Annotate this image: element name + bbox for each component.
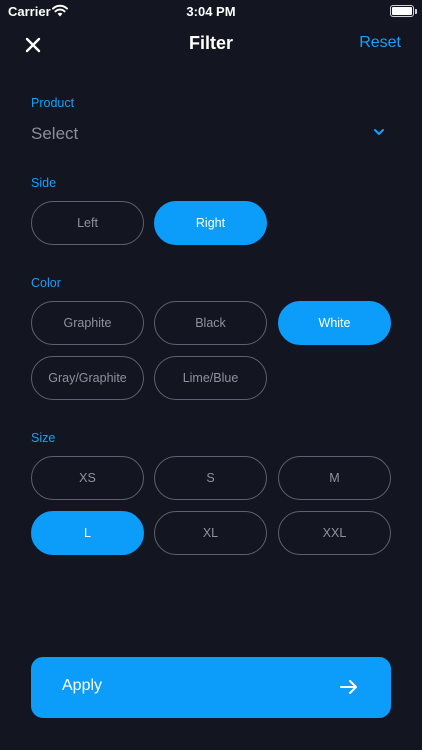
filter-screen: Carrier 3:04 PM Filter Reset Product Sel… [0,0,422,750]
color-option-gray-graphite[interactable]: Gray/Graphite [31,356,144,400]
color-option-white[interactable]: White [278,301,391,345]
apply-button-label: Apply [62,677,103,694]
reset-button[interactable]: Reset [359,34,401,52]
side-option-right[interactable]: Right [154,201,267,245]
color-option-black[interactable]: Black [154,301,267,345]
nav-bar: Filter Reset [0,24,422,64]
clock: 3:04 PM [186,4,236,19]
size-option-m[interactable]: M [278,456,391,500]
color-option-graphite[interactable]: Graphite [31,301,144,345]
product-select-value: Select [31,124,79,143]
size-option-l[interactable]: L [31,511,144,555]
color-label: Color [31,276,61,290]
status-bar: Carrier 3:04 PM [0,0,422,24]
product-label: Product [31,96,75,110]
arrow-right-icon [340,680,357,694]
chevron-down-icon [374,129,384,135]
size-option-s[interactable]: S [154,456,267,500]
product-select[interactable]: Select [31,120,391,148]
close-icon[interactable] [22,34,44,56]
side-label: Side [31,176,57,190]
size-label: Size [31,431,56,445]
size-option-xl[interactable]: XL [154,511,267,555]
apply-button[interactable]: Apply [31,657,391,718]
color-option-lime-blue[interactable]: Lime/Blue [154,356,267,400]
battery-icon [390,5,417,17]
side-option-left[interactable]: Left [31,201,144,245]
size-option-xxl[interactable]: XXL [278,511,391,555]
size-option-xs[interactable]: XS [31,456,144,500]
